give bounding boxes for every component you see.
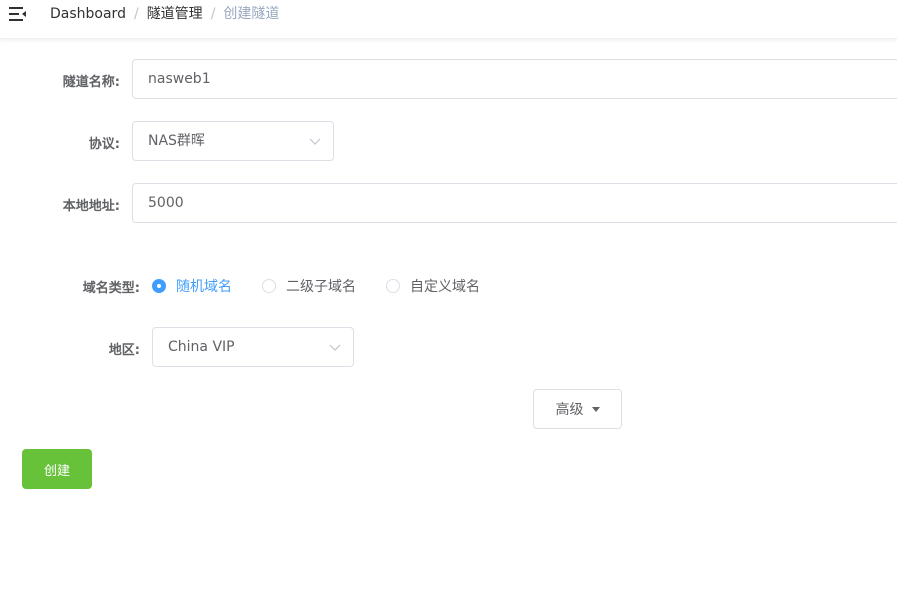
- advanced-button-label: 高级: [555, 402, 584, 418]
- radio-checked-icon: [152, 279, 166, 293]
- radio-label-random-domain: 随机域名: [176, 279, 232, 295]
- chevron-down-icon: [309, 138, 321, 145]
- region-select[interactable]: China VIP: [152, 327, 354, 367]
- tunnel-name-input[interactable]: nasweb1: [132, 59, 897, 99]
- radio-label-subdomain: 二级子域名: [286, 279, 356, 295]
- create-button-label: 创建: [43, 463, 70, 479]
- protocol-select-value: NAS群晖: [148, 133, 205, 149]
- protocol-label: 协议:: [88, 137, 120, 152]
- breadcrumb-dashboard[interactable]: Dashboard: [50, 6, 126, 22]
- radio-subdomain[interactable]: 二级子域名: [262, 276, 356, 296]
- radio-custom-domain[interactable]: 自定义域名: [386, 276, 480, 296]
- tunnel-name-label: 隧道名称:: [62, 75, 120, 90]
- radio-label-custom-domain: 自定义域名: [410, 279, 480, 295]
- advanced-button[interactable]: 高级: [533, 389, 622, 429]
- breadcrumb-create-tunnel: 创建隧道: [223, 6, 280, 22]
- radio-unchecked-icon: [386, 279, 400, 293]
- breadcrumb: Dashboard / 隧道管理 / 创建隧道: [50, 5, 279, 23]
- region-label: 地区:: [108, 343, 140, 358]
- create-button[interactable]: 创建: [22, 449, 92, 489]
- breadcrumb-tunnel-management[interactable]: 隧道管理: [147, 6, 203, 22]
- radio-unchecked-icon: [262, 279, 276, 293]
- local-address-label: 本地地址:: [62, 199, 120, 214]
- protocol-select[interactable]: NAS群晖: [132, 121, 334, 161]
- breadcrumb-separator: /: [210, 6, 216, 22]
- breadcrumb-separator: /: [133, 6, 139, 22]
- chevron-down-icon: [329, 344, 341, 351]
- local-address-input[interactable]: 5000: [132, 183, 897, 223]
- caret-down-icon: [591, 406, 600, 412]
- hamburger-fold-icon[interactable]: [9, 6, 27, 22]
- domain-type-label: 域名类型:: [82, 281, 140, 296]
- radio-random-domain[interactable]: 随机域名: [152, 276, 232, 296]
- domain-type-radio-group: 随机域名 二级子域名 自定义域名: [152, 276, 510, 296]
- top-navbar: Dashboard / 隧道管理 / 创建隧道: [0, 0, 897, 39]
- region-select-value: China VIP: [168, 339, 235, 355]
